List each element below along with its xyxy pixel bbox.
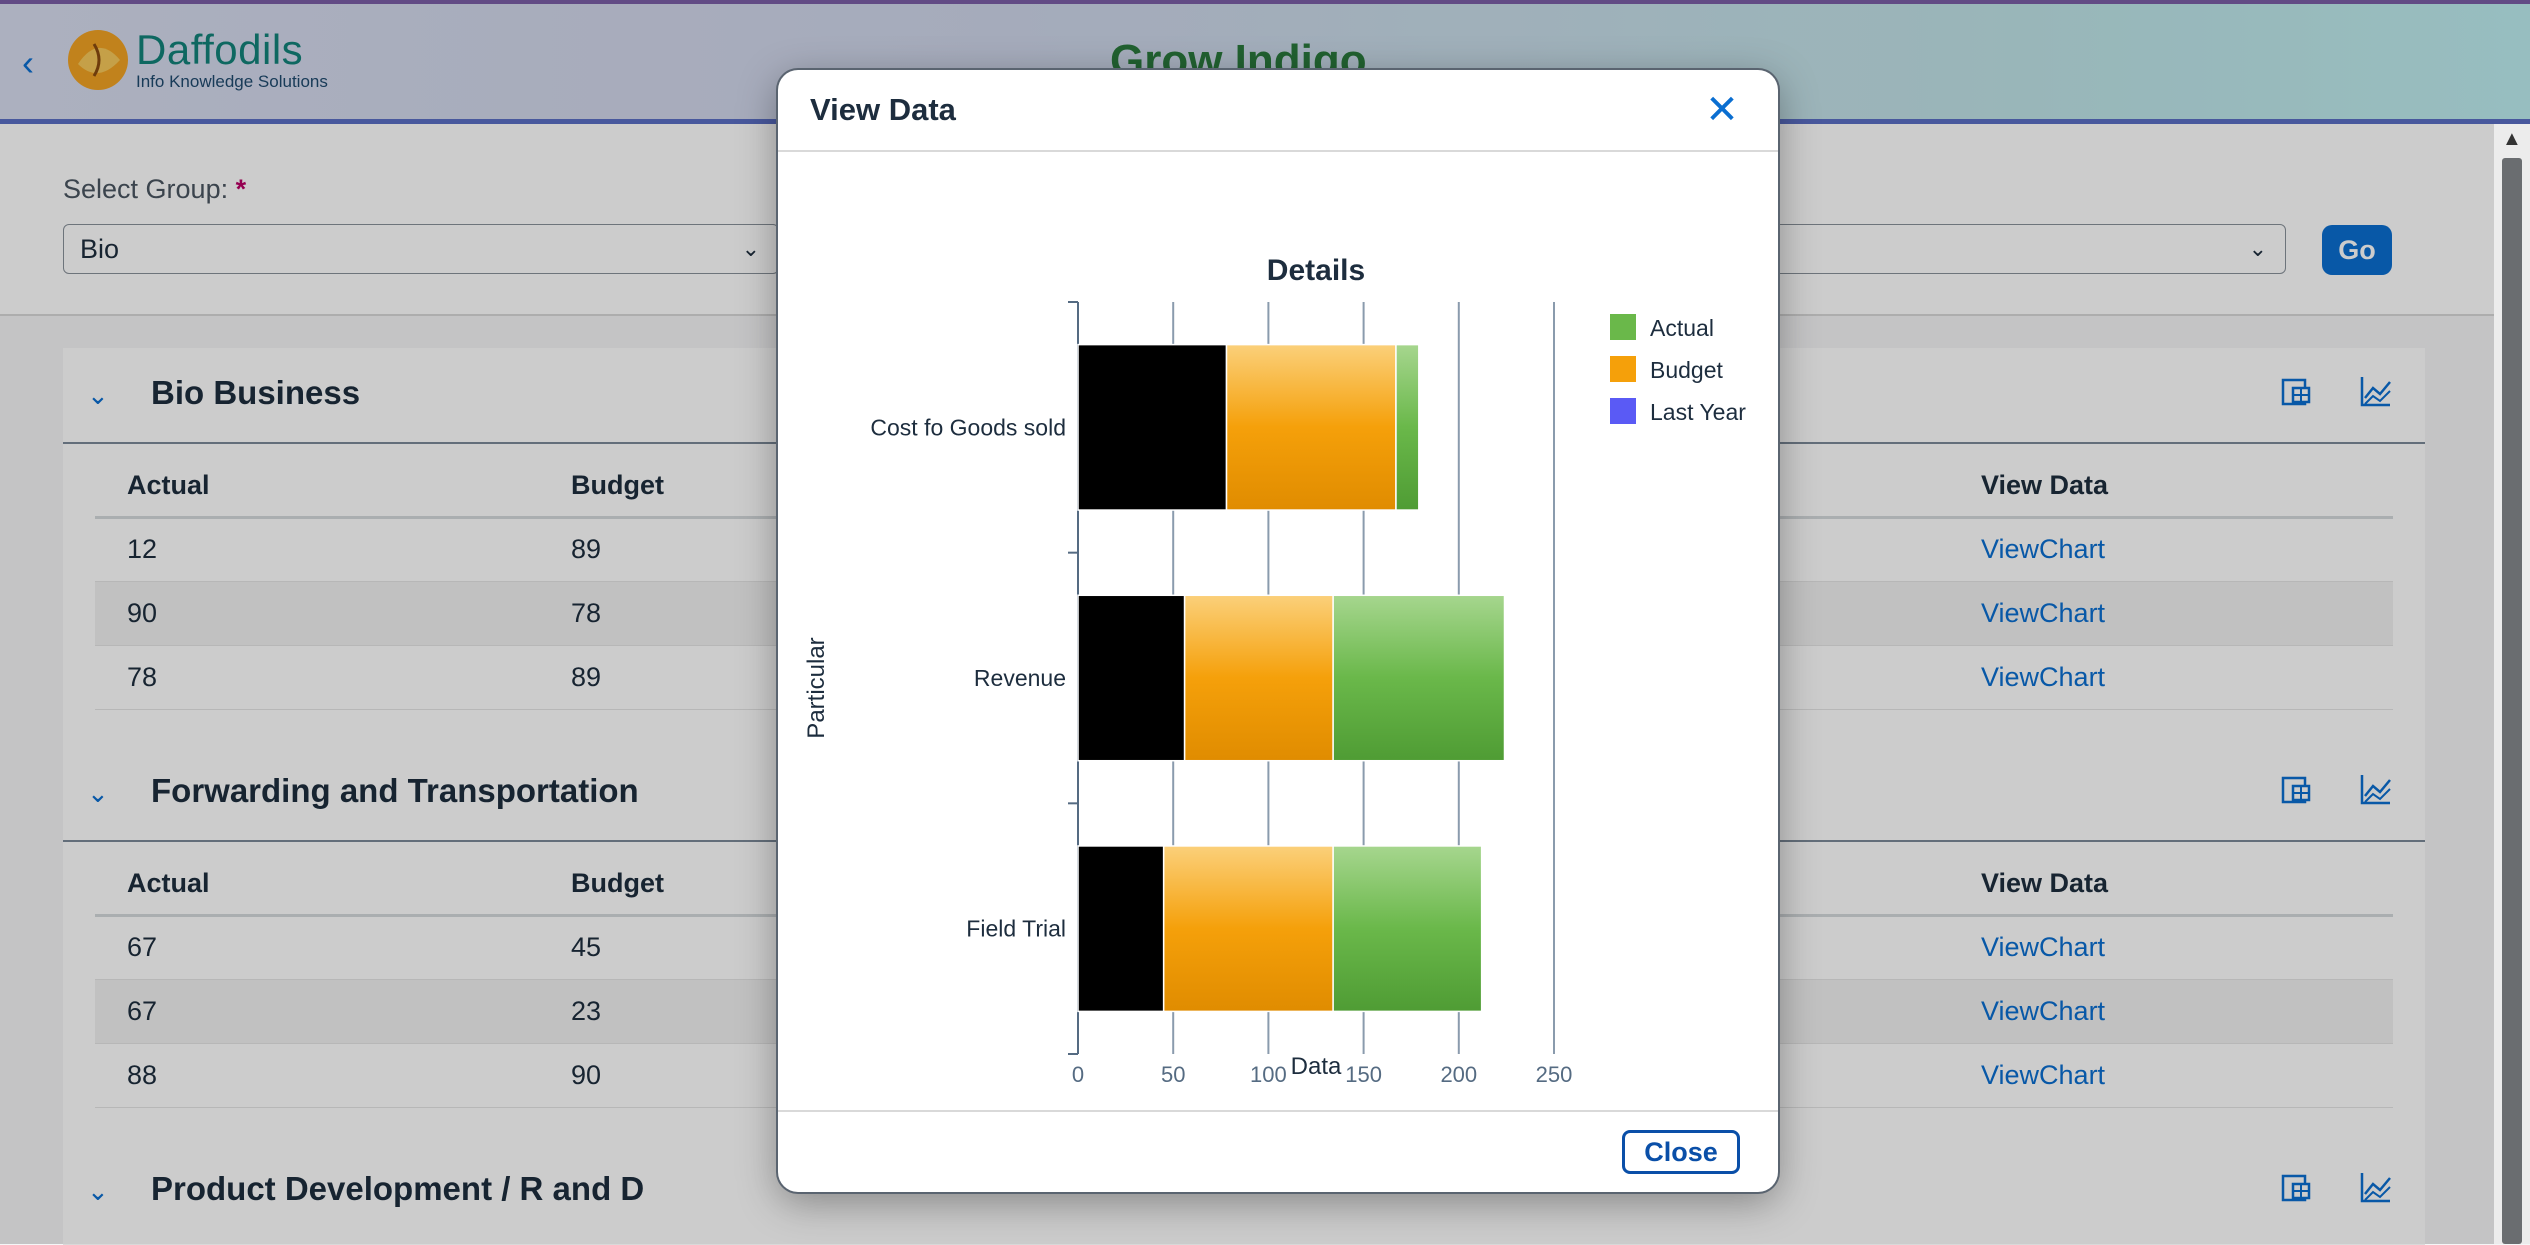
y-tick-label: Revenue [974,665,1066,691]
x-axis-label: Data [1291,1053,1342,1080]
x-tick-label: 150 [1345,1062,1382,1087]
bar-actual [1332,845,1483,1013]
dialog-header: View Data ✕ [778,70,1778,152]
dialog-title: View Data [810,92,956,127]
x-tick-label: 200 [1440,1062,1477,1087]
legend-swatch [1610,356,1636,382]
legend-label: Actual [1650,315,1714,341]
chart-title: Details [1267,254,1365,287]
x-tick-label: 100 [1250,1062,1287,1087]
x-tick-label: 250 [1536,1062,1573,1087]
bar-budget [1183,594,1334,762]
view-data-dialog: View Data ✕ Details Cost fo Goods sold Re… [778,70,1778,1192]
y-tick-label: Field Trial [966,916,1066,942]
bar-last-year [1077,845,1165,1013]
page-scrollbar[interactable]: ▲ [2494,124,2530,1244]
legend-label: Budget [1650,357,1724,383]
y-tick-label: Cost fo Goods sold [870,414,1066,440]
scrollbar-thumb[interactable] [2502,158,2522,1244]
scroll-up-icon[interactable]: ▲ [2502,128,2522,151]
legend-swatch [1610,314,1636,340]
bar-actual [1395,343,1420,511]
x-tick-label: 0 [1072,1062,1084,1087]
x-tick-label: 50 [1161,1062,1185,1087]
bar-last-year [1077,343,1228,511]
details-chart: Details Cost fo Goods sold Revenue Field T… [803,254,1746,1087]
close-icon[interactable]: ✕ [1700,88,1744,132]
bar-budget [1162,845,1334,1013]
bar-last-year [1077,594,1186,762]
legend-label: Last Year [1650,399,1746,425]
bar-actual [1332,594,1506,762]
close-button[interactable]: Close [1622,1130,1740,1174]
dialog-footer: Close [778,1110,1778,1192]
y-axis-label: Particular [803,637,830,738]
legend-swatch [1610,398,1636,424]
bar-budget [1225,343,1397,511]
